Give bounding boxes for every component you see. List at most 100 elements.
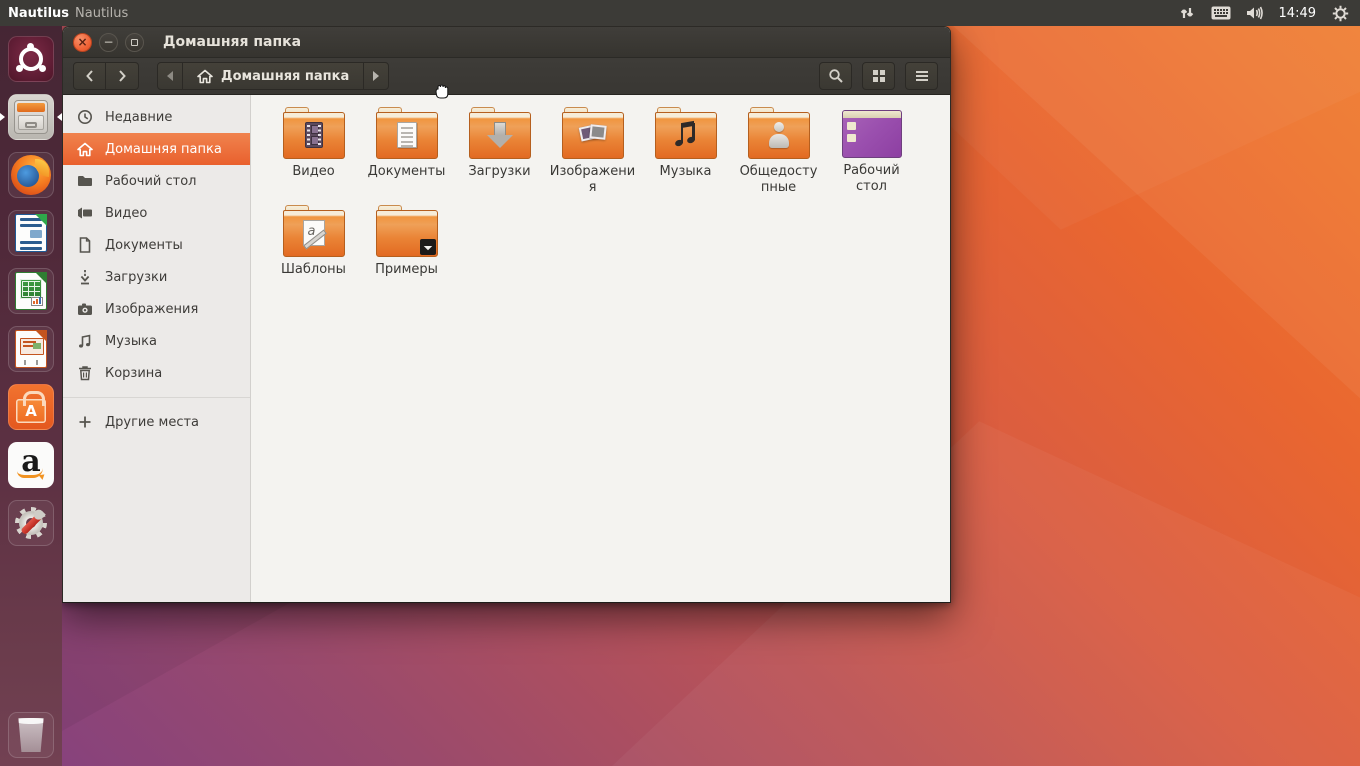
file-item-desktop[interactable]: Рабочий стол xyxy=(825,107,918,195)
search-icon xyxy=(828,68,844,84)
window-titlebar[interactable]: × − Домашняя папка xyxy=(63,27,950,58)
session-gear-icon[interactable] xyxy=(1330,4,1350,22)
launcher-item-settings[interactable] xyxy=(0,494,62,552)
sidebar-item-label: Музыка xyxy=(105,334,157,349)
forward-button[interactable] xyxy=(106,62,139,90)
sidebar-item-label: Видео xyxy=(105,206,147,221)
running-indicator-icon xyxy=(0,113,5,121)
file-item-downloads[interactable]: Загрузки xyxy=(453,107,546,195)
launcher-item-files[interactable] xyxy=(0,88,62,146)
sidebar-item-label: Рабочий стол xyxy=(105,174,196,189)
home-icon xyxy=(197,69,213,84)
file-item-music[interactable]: Музыка xyxy=(639,107,732,195)
file-label: Загрузки xyxy=(457,164,543,180)
plus-icon xyxy=(77,414,93,430)
sidebar-item-desktop[interactable]: Рабочий стол xyxy=(63,165,250,197)
app-menu[interactable]: Nautilus Nautilus xyxy=(8,6,128,21)
sidebar-item-pictures[interactable]: Изображения xyxy=(63,293,250,325)
menu-button[interactable] xyxy=(905,62,938,90)
video-icon xyxy=(77,205,93,221)
sidebar-item-label: Корзина xyxy=(105,366,162,381)
template-emblem-icon: a xyxy=(303,220,325,246)
sidebar-item-label: Загрузки xyxy=(105,270,167,285)
sidebar-item-documents[interactable]: Документы xyxy=(63,229,250,261)
sidebar-item-label: Другие места xyxy=(105,415,199,430)
document-emblem-icon xyxy=(397,122,417,148)
volume-icon[interactable] xyxy=(1245,4,1265,22)
file-label: Документы xyxy=(364,164,450,180)
file-label: Общедоступные xyxy=(736,164,822,195)
film-emblem-icon xyxy=(305,122,323,148)
system-settings-icon xyxy=(8,500,54,546)
minimize-button[interactable]: − xyxy=(99,33,118,52)
breadcrumb-home-button[interactable]: Домашняя папка xyxy=(183,62,363,90)
file-label: Изображения xyxy=(550,164,636,195)
camera-icon xyxy=(77,301,93,317)
view-grid-button[interactable] xyxy=(862,62,895,90)
music-icon xyxy=(77,333,93,349)
launcher-item-calc[interactable] xyxy=(0,262,62,320)
top-panel: Nautilus Nautilus xyxy=(0,0,1360,26)
file-label: Примеры xyxy=(364,262,450,278)
download-icon xyxy=(77,269,93,285)
clock[interactable]: 14:49 xyxy=(1279,6,1316,21)
file-item-videos[interactable]: Видео xyxy=(267,107,360,195)
firefox-icon xyxy=(8,152,54,198)
launcher-item-software[interactable]: A xyxy=(0,378,62,436)
launcher-item-writer[interactable] xyxy=(0,204,62,262)
home-icon xyxy=(77,141,93,157)
file-item-documents[interactable]: Документы xyxy=(360,107,453,195)
folder-icon xyxy=(376,107,438,159)
files-icon xyxy=(8,94,54,140)
document-icon xyxy=(77,237,93,253)
file-label: Видео xyxy=(271,164,357,180)
nautilus-window: × − Домашняя папка xyxy=(62,26,951,603)
ubuntu-logo-icon xyxy=(8,36,54,82)
search-button[interactable] xyxy=(819,62,852,90)
toolbar: Домашняя папка xyxy=(63,58,950,95)
launcher-item-impress[interactable] xyxy=(0,320,62,378)
folder-icon xyxy=(562,107,624,159)
maximize-button[interactable] xyxy=(125,33,144,52)
breadcrumb-right-arrow[interactable] xyxy=(363,62,389,90)
sidebar-item-videos[interactable]: Видео xyxy=(63,197,250,229)
back-button[interactable] xyxy=(73,62,106,90)
trash-icon xyxy=(77,365,93,381)
sidebar-item-trash[interactable]: Корзина xyxy=(63,357,250,389)
unity-launcher: A a xyxy=(0,26,62,766)
sidebar-item-downloads[interactable]: Загрузки xyxy=(63,261,250,293)
desktop-icon xyxy=(842,110,902,158)
folder-icon: a xyxy=(283,205,345,257)
link-arrow-emblem-icon xyxy=(420,239,436,255)
folder-icon xyxy=(376,205,438,257)
launcher-item-trash[interactable] xyxy=(0,706,62,764)
launcher-item-amazon[interactable]: a xyxy=(0,436,62,494)
breadcrumb: Домашняя папка xyxy=(157,62,389,90)
sidebar-item-recent[interactable]: Недавние xyxy=(63,101,250,133)
places-sidebar: Недавние Домашняя папка Рабочий стол xyxy=(63,95,251,602)
file-label: Шаблоны xyxy=(271,262,357,278)
sidebar-item-other-locations[interactable]: Другие места xyxy=(63,406,250,438)
launcher-item-firefox[interactable] xyxy=(0,146,62,204)
close-button[interactable]: × xyxy=(73,33,92,52)
file-item-public[interactable]: Общедоступные xyxy=(732,107,825,195)
keyboard-icon[interactable] xyxy=(1211,4,1231,22)
sidebar-separator xyxy=(63,397,250,398)
hamburger-menu-icon xyxy=(915,70,929,82)
photos-emblem-icon xyxy=(580,123,606,147)
network-arrows-icon[interactable] xyxy=(1177,4,1197,22)
launcher-item-dash[interactable] xyxy=(0,30,62,88)
file-item-examples[interactable]: Примеры xyxy=(360,205,453,278)
amazon-icon: a xyxy=(8,442,54,488)
breadcrumb-left-arrow[interactable] xyxy=(157,62,183,90)
app-menu-title[interactable]: Nautilus xyxy=(8,6,69,21)
libreoffice-impress-icon xyxy=(8,326,54,372)
file-item-templates[interactable]: a Шаблоны xyxy=(267,205,360,278)
sidebar-item-label: Недавние xyxy=(105,110,172,125)
mouse-cursor xyxy=(432,83,452,105)
libreoffice-calc-icon xyxy=(8,268,54,314)
file-item-pictures[interactable]: Изображения xyxy=(546,107,639,195)
sidebar-item-home[interactable]: Домашняя папка xyxy=(63,133,250,165)
sidebar-item-music[interactable]: Музыка xyxy=(63,325,250,357)
files-view[interactable]: Видео Документы Загр xyxy=(251,95,950,602)
